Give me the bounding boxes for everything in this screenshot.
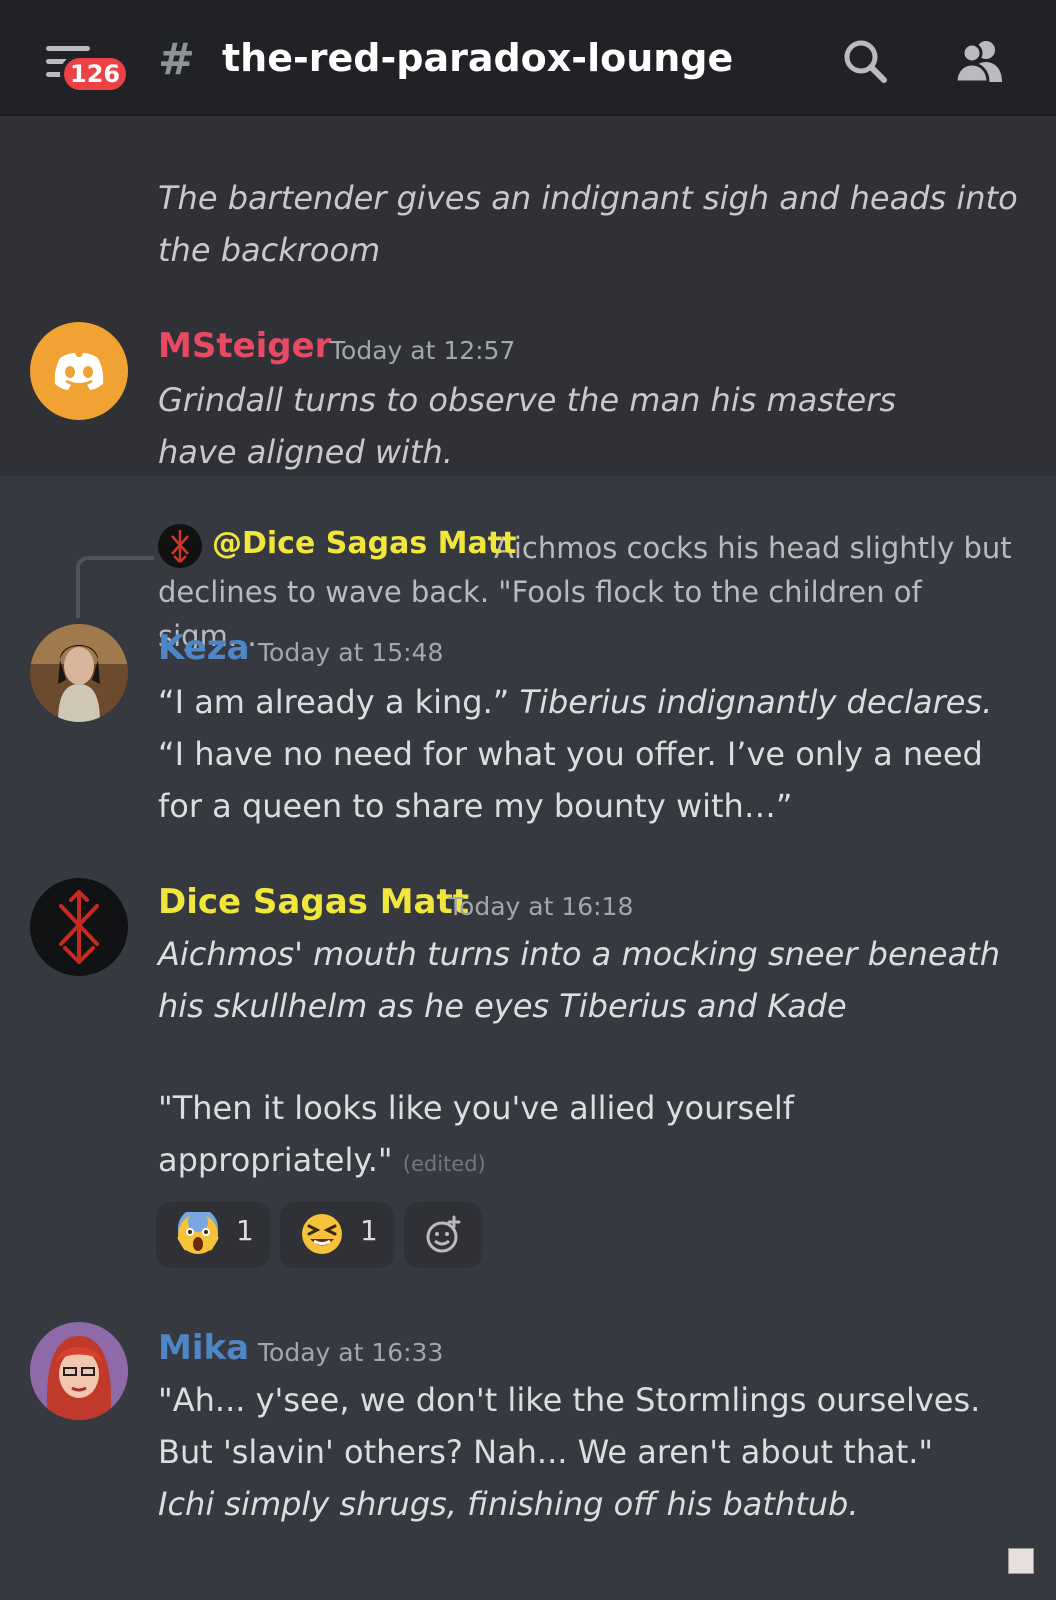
message-text: "Ah... y'see, we don't like the Stormlin…: [158, 1381, 981, 1419]
message-timestamp: Today at 16:18: [448, 892, 634, 921]
channel-hash-icon: #: [158, 34, 195, 85]
reply-mention[interactable]: @Dice Sagas Matt: [212, 526, 516, 561]
message-author[interactable]: Keza: [158, 628, 250, 668]
portrait-avatar-image: [30, 624, 128, 722]
message-text: But 'slavin' others? Nah... We aren't ab…: [158, 1433, 934, 1471]
message-text: “I am already a king.” Tiberius indignan…: [158, 676, 1008, 832]
reaction-count: 1: [236, 1214, 254, 1247]
message-timestamp: Today at 15:48: [258, 638, 444, 667]
berserk-brand-icon: [59, 890, 99, 964]
message-author[interactable]: MSteiger: [158, 326, 331, 366]
message-action: Tiberius indignantly declares.: [519, 683, 993, 721]
message-text: Grindall turns to observe the man his ma…: [158, 381, 897, 471]
message-timestamp: Today at 12:57: [330, 336, 516, 365]
reaction-screaming[interactable]: 1: [156, 1202, 270, 1268]
message-text: Aichmos' mouth turns into a mocking snee…: [158, 935, 1001, 1025]
channel-header: 126 # the-red-paradox-lounge: [0, 0, 1056, 116]
message-text: "Then it looks like you've allied yourse…: [158, 1082, 858, 1190]
notification-badge: 126: [60, 54, 131, 94]
laughing-squint-face-icon: [302, 1214, 342, 1254]
avatar[interactable]: [30, 878, 128, 976]
avatar[interactable]: [30, 1322, 128, 1420]
watermark-thumbnail: [1008, 1548, 1034, 1574]
message-speech: “I am already a king.”: [158, 683, 520, 721]
avatar[interactable]: [30, 322, 128, 420]
edited-label: (edited): [402, 1152, 486, 1176]
channel-title[interactable]: the-red-paradox-lounge: [222, 36, 733, 80]
message-continuation: The bartender gives an indignant sigh an…: [158, 179, 1018, 269]
message-speech: “I have no need for what you offer. I’ve…: [158, 735, 983, 825]
search-icon[interactable]: [842, 38, 888, 84]
message-text: Ichi simply shrugs, finishing off his ba…: [158, 1485, 859, 1523]
message-timestamp: Today at 16:33: [258, 1338, 444, 1367]
portrait-avatar-image: [30, 1322, 128, 1420]
add-reaction-button[interactable]: [404, 1202, 482, 1268]
reply-connector: [76, 556, 154, 618]
message-feed[interactable]: The bartender gives an indignant sigh an…: [0, 116, 1056, 1600]
discord-logo-icon: [54, 353, 104, 390]
avatar[interactable]: [30, 624, 128, 722]
message-author[interactable]: Dice Sagas Matt: [158, 882, 469, 922]
members-icon[interactable]: [952, 38, 1008, 84]
screaming-face-icon: [177, 1212, 219, 1254]
reaction-count: 1: [360, 1214, 378, 1247]
reaction-laughing[interactable]: 1: [280, 1202, 394, 1268]
message-author[interactable]: Mika: [158, 1328, 249, 1368]
add-reaction-icon: [426, 1215, 461, 1253]
